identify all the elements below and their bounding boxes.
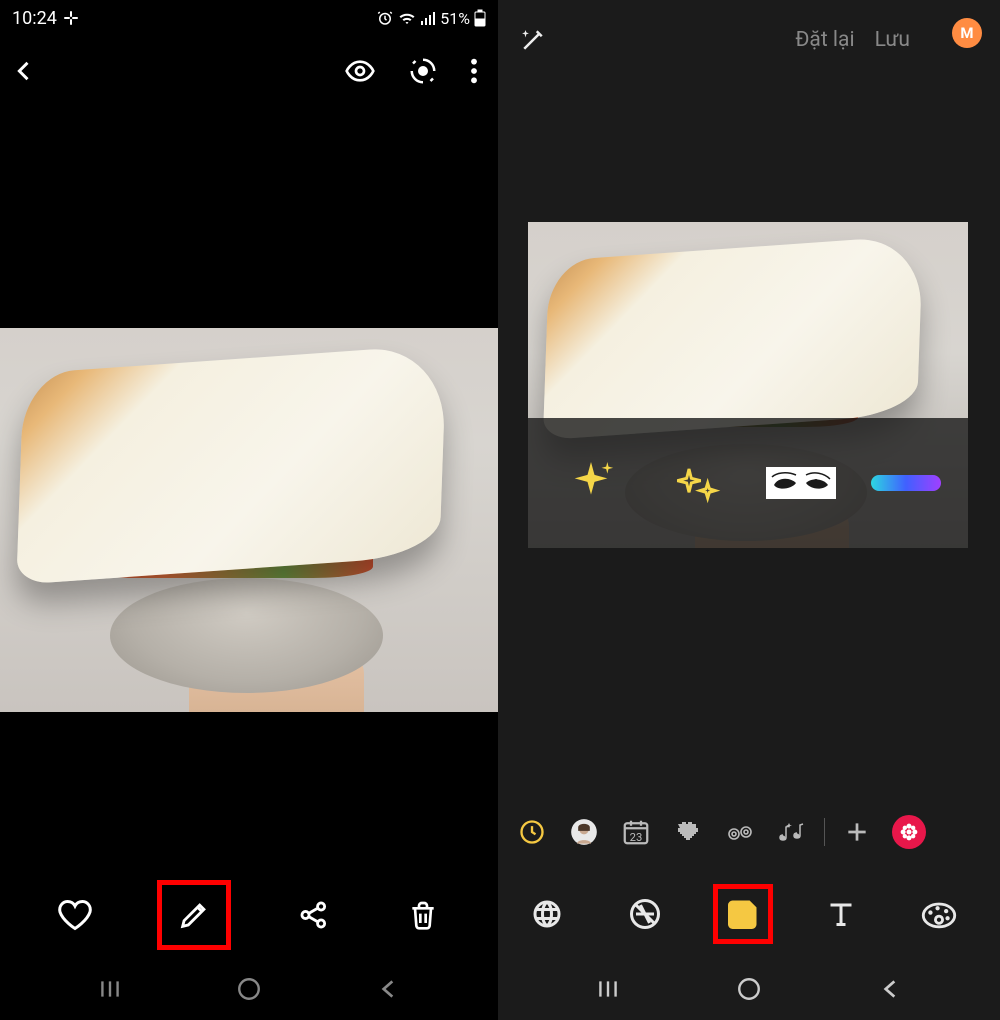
category-divider [824,818,825,846]
cat-calendar[interactable]: 23 [614,810,658,854]
tool-filter[interactable] [615,884,675,944]
share-button[interactable] [287,888,341,942]
profile-badge[interactable]: M [952,18,982,48]
delete-button[interactable] [396,888,450,942]
reset-button[interactable]: Đặt lại [795,28,854,52]
sticker-sparkle-solid[interactable] [556,448,626,518]
visibility-icon[interactable] [344,55,376,87]
battery-text: 51% [440,9,470,28]
nav-bar [498,958,1000,1020]
signal-icon [420,10,436,26]
photo-preview[interactable] [0,328,498,712]
edit-button[interactable] [157,880,231,950]
recents-nav[interactable] [97,976,123,1002]
nav-bar [0,958,498,1020]
sticker-sparkle-outline[interactable] [661,448,731,518]
tool-text[interactable] [811,884,871,944]
cat-music-hearts[interactable] [770,810,814,854]
back-button[interactable] [10,57,38,85]
sticker-category-row: 23 [498,802,1000,862]
tool-crop[interactable] [517,884,577,944]
photo-editor-screen: Đặt lại Lưu M 23 [498,0,1000,1020]
battery-icon [474,9,486,27]
status-left: 10:24 [12,8,79,29]
bixby-vision-icon[interactable] [408,56,438,86]
status-time: 10:24 [12,8,57,29]
home-nav[interactable] [236,976,262,1002]
editor-tool-bar [498,870,1000,958]
sticker-gradient-bar[interactable] [871,448,941,518]
favorite-button[interactable] [48,888,102,942]
sticker-picker-panel [528,418,968,548]
status-bar: 10:24 51% [0,0,498,36]
status-right: 51% [376,9,486,28]
tool-draw[interactable] [909,884,969,944]
save-button[interactable]: Lưu [875,28,910,52]
back-nav[interactable] [375,976,401,1002]
cat-pixel-heart[interactable] [666,810,710,854]
cat-recent[interactable] [510,810,554,854]
alarm-icon [376,9,394,27]
home-nav[interactable] [736,976,762,1002]
cat-add[interactable] [835,810,879,854]
wifi-icon [398,9,416,27]
cat-store[interactable] [887,810,931,854]
auto-enhance-icon[interactable] [518,25,548,55]
more-options-icon[interactable] [470,57,478,85]
editor-top-bar: Đặt lại Lưu [498,0,1000,80]
viewer-bottom-bar [0,872,498,958]
svg-text:23: 23 [630,831,643,844]
viewer-top-bar [0,36,498,106]
cat-avatar[interactable] [562,810,606,854]
sticker-eyes[interactable] [766,448,836,518]
recents-nav[interactable] [595,976,621,1002]
tool-sticker[interactable] [713,884,773,944]
gallery-viewer-screen: 10:24 51% [0,0,498,1020]
slack-icon [63,10,79,26]
cat-spiral[interactable] [718,810,762,854]
back-nav[interactable] [877,976,903,1002]
